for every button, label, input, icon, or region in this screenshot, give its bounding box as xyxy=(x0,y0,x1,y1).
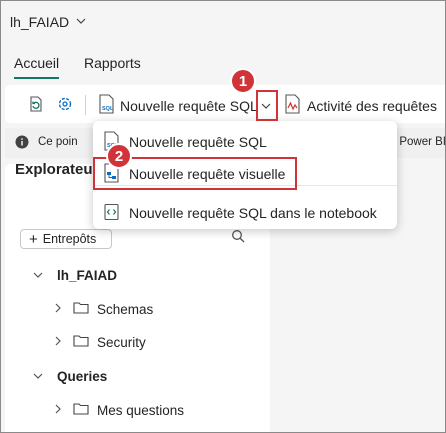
tree-label: lh_FAIAD xyxy=(57,268,118,283)
explorer-title: Explorateu xyxy=(15,161,93,178)
add-warehouse-button[interactable]: + Entrepôts xyxy=(20,229,112,249)
highlight-box-dropdown-arrow xyxy=(256,90,278,121)
tree-label: Schemas xyxy=(97,301,154,317)
sql-query-icon: SQL xyxy=(98,94,116,117)
tree-item-queries[interactable]: Queries xyxy=(33,369,107,384)
tab-accueil[interactable]: Accueil xyxy=(14,55,60,79)
notebook-icon xyxy=(103,203,121,224)
info-text: Ce poin xyxy=(38,136,78,148)
tree-label: Mes questions xyxy=(97,402,185,418)
ribbon-toolbar: SQL Nouvelle requête SQL Activité des re… xyxy=(5,85,445,123)
tree-item-my-queries[interactable]: Mes questions xyxy=(55,402,184,418)
activity-icon xyxy=(283,94,303,117)
folder-icon xyxy=(73,334,89,350)
chevron-down-icon xyxy=(33,371,43,383)
tab-rapports[interactable]: Rapports xyxy=(84,55,141,71)
tree-label: Queries xyxy=(57,369,108,384)
query-activity-label: Activité des requêtes xyxy=(307,97,437,114)
menu-item-new-sql-query[interactable]: SQL Nouvelle requête SQL xyxy=(93,127,397,157)
folder-icon xyxy=(73,301,89,317)
tree-item-security[interactable]: Security xyxy=(55,334,146,350)
window-frame: lh_FAIAD Accueil Rapports SQL Nouvelle r xyxy=(0,0,446,433)
ribbon-separator xyxy=(85,95,86,115)
menu-item-label: Nouvelle requête SQL xyxy=(129,134,267,150)
warehouses-label: Entrepôts xyxy=(42,232,97,246)
query-activity-button[interactable]: Activité des requêtes xyxy=(283,94,437,117)
menu-item-label: Nouvelle requête SQL dans le notebook xyxy=(129,205,377,221)
info-right-text: Power BI xyxy=(399,136,446,148)
plus-icon: + xyxy=(29,230,38,248)
new-sql-query-label: Nouvelle requête SQL xyxy=(120,97,258,114)
workspace-title: lh_FAIAD xyxy=(10,14,70,30)
chevron-right-icon xyxy=(55,336,65,349)
new-sql-query-button[interactable]: SQL Nouvelle requête SQL xyxy=(98,94,258,117)
step-badge-2: 2 xyxy=(106,143,132,169)
step-badge-1: 1 xyxy=(230,68,256,94)
workspace-switcher[interactable]: lh_FAIAD xyxy=(10,14,86,30)
ribbon-tabs: Accueil Rapports xyxy=(1,51,445,79)
info-icon xyxy=(15,135,29,154)
refresh-icon xyxy=(27,95,45,116)
svg-text:SQL: SQL xyxy=(102,106,114,112)
chevron-down-icon xyxy=(33,270,43,282)
tree-item-lakehouse[interactable]: lh_FAIAD xyxy=(33,268,117,283)
chevron-right-icon xyxy=(55,303,65,316)
search-icon[interactable] xyxy=(231,229,245,248)
chevron-right-icon xyxy=(55,404,65,417)
folder-icon xyxy=(73,402,89,418)
settings-button[interactable] xyxy=(56,95,74,116)
menu-item-new-sql-notebook[interactable]: Nouvelle requête SQL dans le notebook xyxy=(93,198,397,228)
chevron-down-icon xyxy=(76,17,86,28)
tree-label: Security xyxy=(97,334,146,350)
gear-icon xyxy=(56,95,74,116)
top-bar: lh_FAIAD xyxy=(1,1,445,45)
refresh-button[interactable] xyxy=(27,95,45,116)
tree-item-schemas[interactable]: Schemas xyxy=(55,301,153,317)
